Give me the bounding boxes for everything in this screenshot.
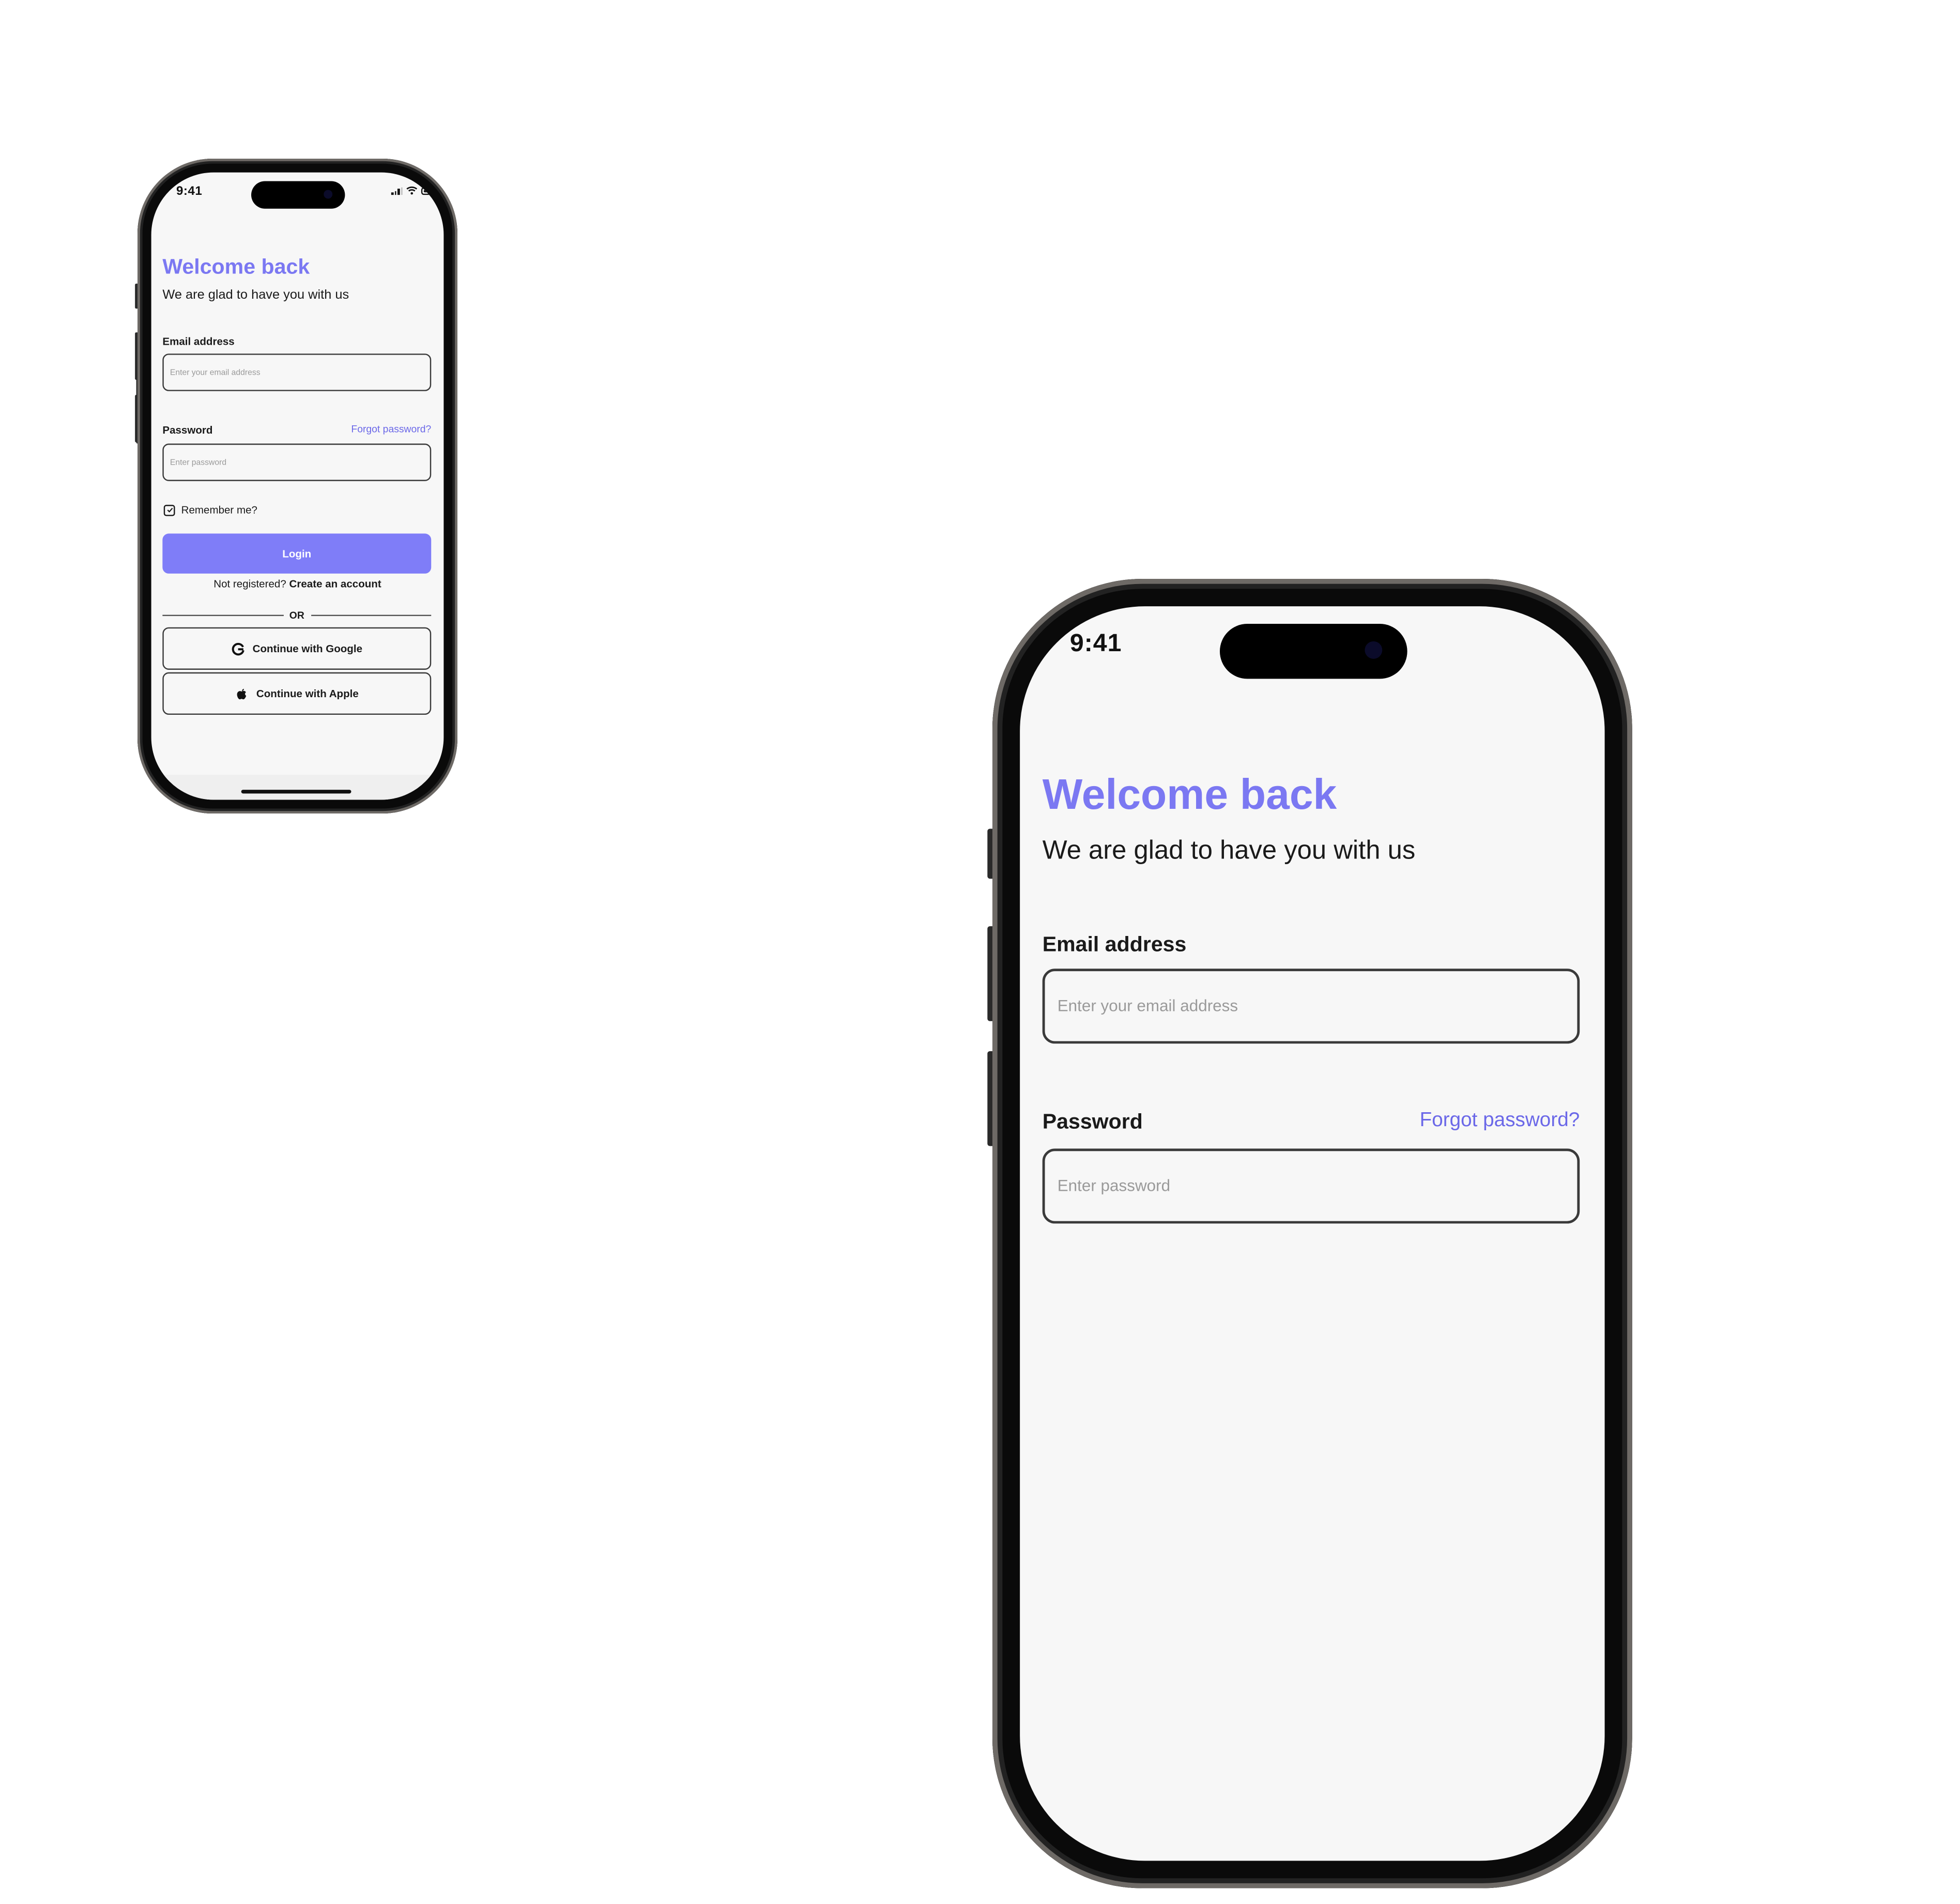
divider-text: OR	[289, 609, 304, 621]
page-title: Welcome back	[1042, 771, 1337, 819]
camera-icon	[324, 190, 333, 199]
login-button[interactable]: Login	[162, 533, 432, 574]
cellular-signal-icon	[391, 187, 403, 194]
email-field[interactable]	[1042, 969, 1580, 1044]
password-field[interactable]	[1042, 1148, 1580, 1224]
apple-logo-icon	[237, 688, 247, 699]
divider-line	[162, 614, 283, 616]
phone-screen: 9:41 Welcome back We are glad to have yo…	[151, 172, 444, 800]
dynamic-island	[251, 181, 345, 209]
status-time: 9:41	[1069, 631, 1122, 659]
home-strip	[151, 775, 444, 800]
register-prompt: Not registered? Create an account	[151, 577, 444, 590]
dynamic-island	[1219, 624, 1407, 679]
remember-me[interactable]: Remember me?	[163, 503, 257, 516]
home-indicator	[241, 790, 351, 794]
page-subtitle: We are glad to have you with us	[162, 287, 349, 303]
status-icons	[391, 186, 439, 195]
camera-icon	[1365, 641, 1383, 659]
divider-line	[310, 614, 432, 616]
google-button-label: Continue with Google	[252, 642, 363, 655]
forgot-password-link[interactable]: Forgot password?	[1420, 1109, 1580, 1131]
phone-screen: 9:41 Welcome back We are glad to have yo…	[1020, 606, 1605, 1861]
email-label: Email address	[162, 334, 235, 348]
apple-signin-button[interactable]: Continue with Apple	[162, 672, 432, 715]
page-subtitle: We are glad to have you with us	[1042, 836, 1416, 867]
or-divider: OR	[162, 608, 432, 621]
remember-checkbox[interactable]	[163, 504, 175, 516]
status-time: 9:41	[176, 185, 203, 199]
battery-icon	[421, 187, 439, 194]
google-signin-button[interactable]: Continue with Google	[162, 627, 432, 670]
remember-label: Remember me?	[181, 503, 257, 516]
page-title: Welcome back	[162, 255, 310, 279]
google-logo-icon	[232, 642, 244, 655]
forgot-password-link[interactable]: Forgot password?	[351, 424, 431, 435]
wifi-icon	[406, 186, 418, 195]
password-field[interactable]	[162, 443, 432, 481]
email-field[interactable]	[162, 354, 432, 391]
password-label: Password	[162, 423, 213, 436]
apple-button-label: Continue with Apple	[256, 687, 359, 700]
password-label: Password	[1042, 1109, 1143, 1134]
checkmark-icon	[166, 508, 173, 513]
register-prompt-text: Not registered?	[213, 577, 286, 590]
email-label: Email address	[1042, 931, 1187, 957]
create-account-link[interactable]: Create an account	[289, 577, 381, 590]
